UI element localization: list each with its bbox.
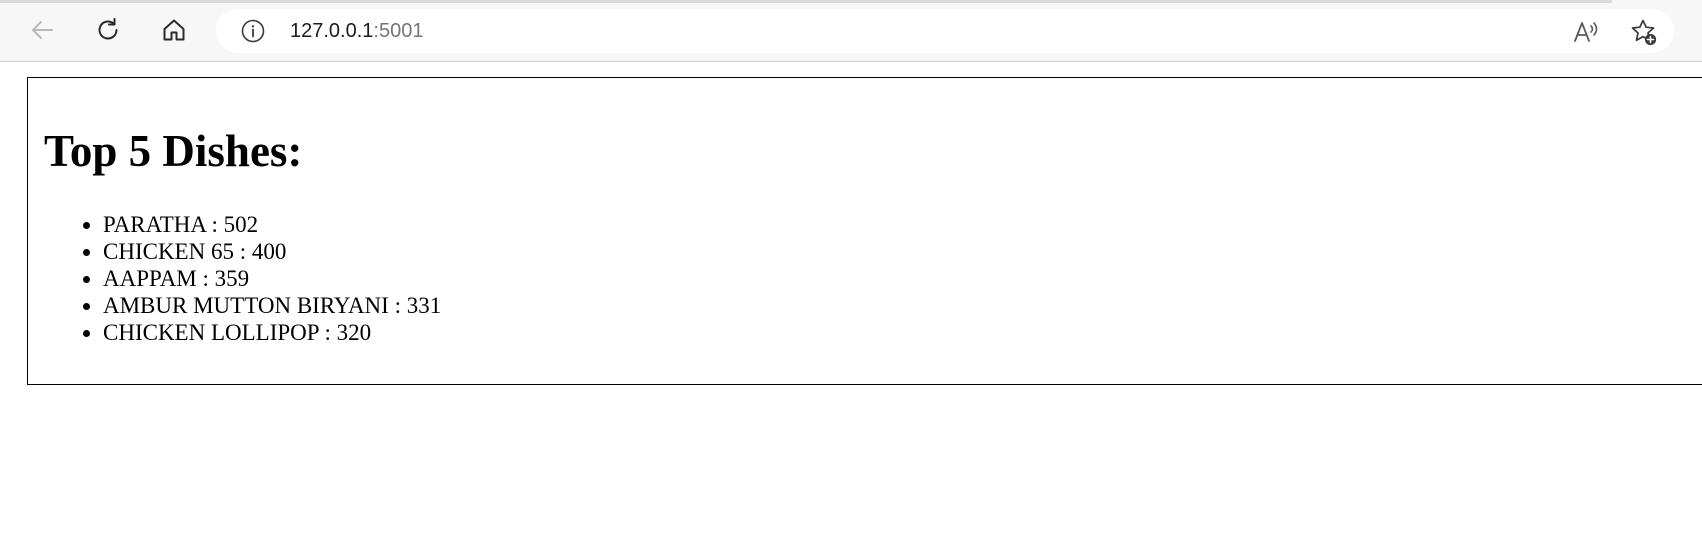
list-item: AMBUR MUTTON BIRYANI : 331 [103,292,441,319]
url-text[interactable]: 127.0.0.1:5001 [290,20,423,42]
url-port: :5001 [373,20,424,42]
dish-list: PARATHA : 502 CHICKEN 65 : 400 AAPPAM : … [44,211,441,346]
read-aloud-icon[interactable] [1571,17,1601,47]
home-button[interactable] [154,10,194,50]
dishes-panel: Top 5 Dishes: PARATHA : 502 CHICKEN 65 :… [27,77,1702,385]
list-item: CHICKEN LOLLIPOP : 320 [103,319,441,346]
favorite-add-icon[interactable] [1628,17,1658,47]
list-item: CHICKEN 65 : 400 [103,238,441,265]
address-bar[interactable]: 127.0.0.1:5001 [216,9,1674,53]
url-host: 127.0.0.1 [290,20,374,42]
tab-strip-edge [0,0,1612,3]
back-button[interactable] [22,10,62,50]
reload-button[interactable] [88,10,128,50]
browser-toolbar: 127.0.0.1:5001 [0,0,1702,62]
back-arrow-icon [32,21,53,39]
list-item: AAPPAM : 359 [103,265,441,292]
list-item: PARATHA : 502 [103,211,441,238]
page-title: Top 5 Dishes: [44,126,303,176]
home-icon [163,19,185,41]
reload-icon [98,18,118,40]
info-icon[interactable] [240,18,266,44]
